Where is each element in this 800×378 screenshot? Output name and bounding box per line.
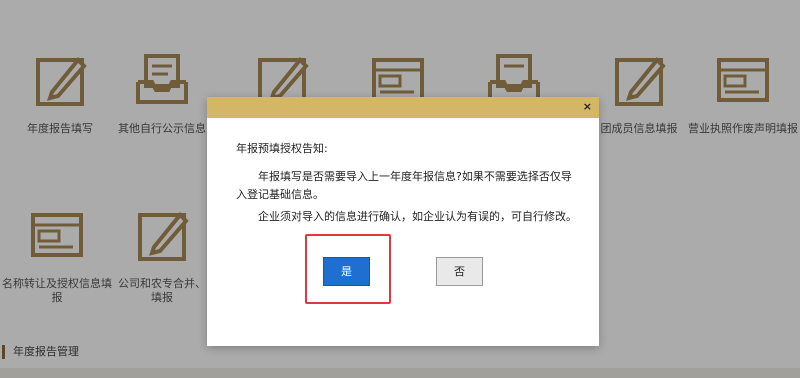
dialog-paragraph-1: 年报填写是否需要导入上一年度年报信息?如果不需要选择否仅导入登记基础信息。 [236, 170, 572, 201]
close-icon[interactable]: × [583, 100, 592, 114]
dialog-body: 年报预填授权告知: 年报填写是否需要导入上一年度年报信息?如果不需要选择否仅导入… [207, 118, 599, 226]
yes-button[interactable]: 是 [323, 257, 370, 286]
import-dialog: × 年报预填授权告知: 年报填写是否需要导入上一年度年报信息?如果不需要选择否仅… [207, 97, 599, 346]
dialog-title: 年报预填授权告知: [236, 142, 328, 155]
dialog-header: × [207, 97, 599, 118]
dialog-paragraph-2: 企业须对导入的信息进行确认，如企业认为有误的，可自行修改。 [258, 210, 577, 223]
no-button[interactable]: 否 [436, 257, 483, 286]
